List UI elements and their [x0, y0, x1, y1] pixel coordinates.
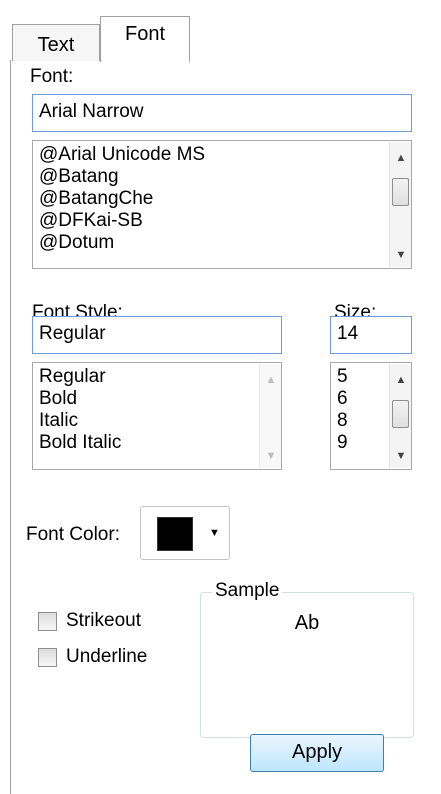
list-item[interactable]: @DFKai-SB [33, 210, 411, 232]
list-item[interactable]: @Arial Unicode MS [33, 144, 411, 166]
scroll-up-arrow-icon[interactable]: ▲ [390, 374, 411, 386]
list-item[interactable]: Bold Italic [33, 432, 281, 454]
sample-title: Sample [212, 580, 283, 602]
strikeout-label[interactable]: Strikeout [66, 610, 141, 632]
font-style-listbox[interactable]: Regular Bold Italic Bold Italic ▲ ▼ [32, 362, 282, 470]
sample-preview: Ab [294, 612, 320, 634]
tab-font[interactable]: Font [100, 16, 190, 62]
font-style-scrollbar[interactable]: ▲ ▼ [259, 364, 281, 468]
list-item[interactable]: Bold [33, 388, 281, 410]
list-item[interactable]: Regular [33, 366, 281, 388]
scroll-down-arrow-icon[interactable]: ▼ [390, 450, 411, 462]
font-style-input[interactable]: Regular [32, 316, 282, 354]
font-label: Font: [30, 66, 74, 87]
tab-text[interactable]: Text [12, 24, 100, 61]
strikeout-checkbox[interactable] [38, 612, 57, 631]
scroll-down-arrow-icon[interactable]: ▼ [390, 249, 411, 261]
font-name-input[interactable]: Arial Narrow [32, 94, 412, 132]
scroll-up-arrow-icon[interactable]: ▲ [390, 152, 411, 164]
color-swatch [157, 517, 193, 551]
scroll-thumb[interactable] [392, 178, 409, 206]
scroll-down-arrow-icon[interactable]: ▼ [260, 450, 281, 462]
list-item[interactable]: @BatangChe [33, 188, 411, 210]
size-input[interactable]: 14 [330, 316, 412, 354]
font-color-picker[interactable]: ▼ [140, 506, 230, 560]
scroll-up-arrow-icon[interactable]: ▲ [260, 374, 281, 386]
underline-label[interactable]: Underline [66, 646, 147, 668]
scroll-thumb[interactable] [392, 400, 409, 428]
size-listbox[interactable]: 5 6 8 9 ▲ ▼ [330, 362, 412, 470]
list-item[interactable]: @Dotum [33, 232, 411, 254]
list-item[interactable]: @Batang [33, 166, 411, 188]
dropdown-arrow-icon[interactable]: ▼ [209, 527, 220, 539]
underline-checkbox[interactable] [38, 648, 57, 667]
font-scrollbar[interactable]: ▲ ▼ [389, 142, 411, 267]
size-scrollbar[interactable]: ▲ ▼ [389, 364, 411, 468]
list-item[interactable]: Italic [33, 410, 281, 432]
apply-button[interactable]: Apply [250, 734, 384, 772]
font-listbox[interactable]: @Arial Unicode MS @Batang @BatangChe @DF… [32, 140, 412, 269]
font-color-label: Font Color: [26, 524, 120, 545]
